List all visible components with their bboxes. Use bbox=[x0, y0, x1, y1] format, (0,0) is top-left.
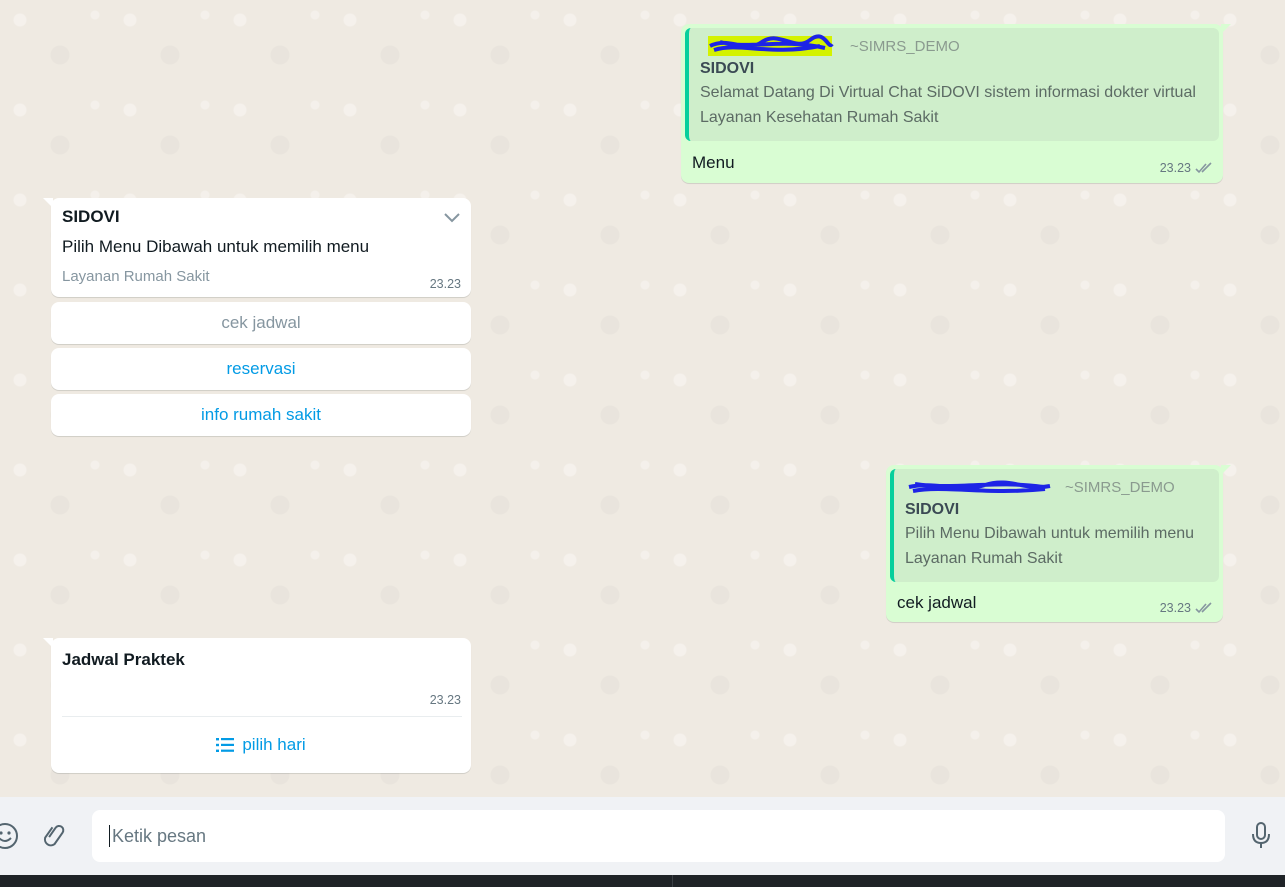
message-input-placeholder: Ketik pesan bbox=[112, 825, 207, 846]
list-icon bbox=[216, 738, 235, 752]
emoji-button[interactable] bbox=[0, 819, 22, 853]
redacted-sender-scribble bbox=[908, 480, 1051, 493]
message-time: 23.23 bbox=[429, 277, 461, 291]
incoming-list-message[interactable]: Jadwal Praktek 23.23 pilih hari bbox=[43, 638, 471, 773]
message-title: SIDOVI bbox=[62, 207, 120, 226]
emoji-icon bbox=[0, 823, 18, 849]
outgoing-message[interactable]: ~SIMRS_DEMO SIDOVI Pilih Menu Dibawah un… bbox=[886, 465, 1231, 622]
redacted-sender-scribble bbox=[708, 34, 834, 56]
double-check-icon bbox=[1195, 602, 1212, 614]
quoted-footer: Layanan Kesehatan Rumah Sakit bbox=[700, 109, 939, 126]
message-time: 23.23 bbox=[429, 693, 461, 707]
message-title: Jadwal Praktek bbox=[62, 650, 185, 669]
message-time: 23.23 bbox=[1159, 161, 1191, 175]
quoted-sender: ~SIMRS_DEMO bbox=[850, 37, 960, 55]
taskbar-separator bbox=[672, 875, 673, 887]
reply-button-reservasi[interactable]: reservasi bbox=[51, 348, 471, 390]
message-meta: 23.23 bbox=[430, 277, 461, 291]
quoted-message[interactable]: ~SIMRS_DEMO SIDOVI Selamat Datang Di Vir… bbox=[685, 28, 1219, 141]
message-footer: Layanan Rumah Sakit bbox=[62, 268, 210, 285]
quoted-footer: Layanan Rumah Sakit bbox=[905, 550, 1063, 567]
list-button-pilih-hari[interactable]: pilih hari bbox=[51, 717, 471, 773]
reply-button-cek-jadwal[interactable]: cek jadwal bbox=[51, 302, 471, 344]
chevron-down-icon[interactable] bbox=[443, 211, 461, 223]
message-time: 23.23 bbox=[1159, 601, 1191, 615]
attach-button[interactable] bbox=[38, 819, 72, 853]
message-meta: 23.23 bbox=[430, 693, 461, 707]
outgoing-message[interactable]: ~SIMRS_DEMO SIDOVI Selamat Datang Di Vir… bbox=[681, 24, 1231, 183]
microphone-icon bbox=[1252, 822, 1270, 848]
message-meta: 23.23 bbox=[1160, 601, 1213, 615]
double-check-icon bbox=[1195, 162, 1212, 174]
quoted-body: Pilih Menu Dibawah untuk memilih menu bbox=[905, 525, 1195, 542]
composer-bar: Ketik pesan bbox=[0, 797, 1285, 875]
quoted-message[interactable]: ~SIMRS_DEMO SIDOVI Pilih Menu Dibawah un… bbox=[890, 469, 1219, 582]
paperclip-icon bbox=[43, 825, 65, 847]
taskbar-strip bbox=[0, 875, 1285, 887]
message-text: Menu bbox=[692, 153, 735, 172]
quoted-title: SIDOVI bbox=[905, 501, 960, 518]
message-text: cek jadwal bbox=[897, 593, 977, 612]
list-button-label: pilih hari bbox=[242, 735, 306, 754]
voice-button[interactable] bbox=[1245, 819, 1277, 853]
message-input[interactable]: Ketik pesan bbox=[92, 810, 1225, 862]
quoted-body: Selamat Datang Di Virtual Chat SiDOVI si… bbox=[700, 84, 1196, 101]
quoted-title: SIDOVI bbox=[700, 60, 755, 77]
text-caret bbox=[109, 825, 110, 847]
message-meta: 23.23 bbox=[1160, 161, 1213, 175]
message-body: Pilih Menu Dibawah untuk memilih menu bbox=[62, 237, 370, 256]
chat-area[interactable]: ~SIMRS_DEMO SIDOVI Selamat Datang Di Vir… bbox=[0, 0, 1285, 797]
incoming-message[interactable]: SIDOVI Pilih Menu Dibawah untuk memilih … bbox=[43, 198, 471, 297]
reply-button-info-rumah-sakit[interactable]: info rumah sakit bbox=[51, 394, 471, 436]
quoted-sender: ~SIMRS_DEMO bbox=[1065, 478, 1175, 496]
